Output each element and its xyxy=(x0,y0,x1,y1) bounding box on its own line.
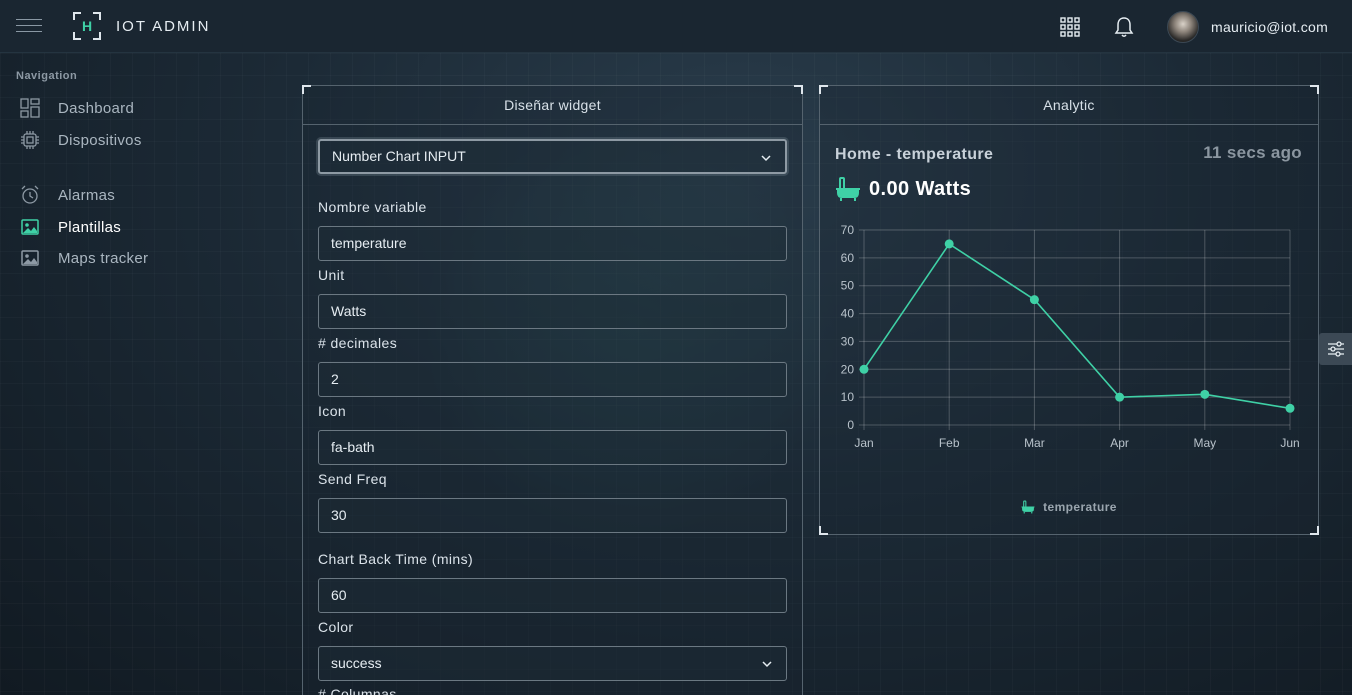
user-email[interactable]: mauricio@iot.com xyxy=(1211,19,1328,35)
chart-legend[interactable]: temperature xyxy=(820,500,1318,514)
chip-icon xyxy=(20,130,40,150)
card-title: Diseñar widget xyxy=(303,86,802,125)
top-navbar: H IOT ADMIN mauricio@iot.com xyxy=(0,0,1352,53)
variable-name-label: Nombre variable xyxy=(318,199,427,215)
x-tick-label: Mar xyxy=(1024,436,1045,450)
x-tick-label: May xyxy=(1193,436,1216,450)
sidebar-item-maps-tracker[interactable]: Maps tracker xyxy=(20,246,148,270)
data-point xyxy=(944,239,954,249)
sidebar-item-dashboard[interactable]: Dashboard xyxy=(20,96,134,120)
y-tick-label: 0 xyxy=(847,418,854,432)
analytic-card: Analytic Home - temperature 11 secs ago … xyxy=(819,85,1319,535)
color-value: success xyxy=(331,655,382,671)
x-tick-label: Jun xyxy=(1280,436,1299,450)
bath-icon xyxy=(1021,500,1035,514)
widget-value: 0.00 Watts xyxy=(835,176,971,202)
y-tick-label: 70 xyxy=(841,223,855,237)
variable-name-input[interactable]: temperature xyxy=(318,226,787,261)
icon-input[interactable]: fa-bath xyxy=(318,430,787,465)
color-select[interactable]: success xyxy=(318,646,787,681)
y-tick-label: 30 xyxy=(841,334,855,348)
line-chart: 0 10 20 30 40 50 60 70 Jan Feb Mar Apr May Jun xyxy=(841,223,1300,450)
data-point xyxy=(1115,392,1125,402)
bath-icon xyxy=(836,177,860,201)
alarm-clock-icon xyxy=(20,185,40,205)
sidebar-item-dispositivos[interactable]: Dispositivos xyxy=(20,128,142,152)
x-tick-label: Feb xyxy=(939,436,960,450)
x-tick-label: Apr xyxy=(1110,436,1129,450)
widget-value-text: 0.00 Watts xyxy=(869,177,972,200)
data-point xyxy=(859,364,869,374)
logo-icon[interactable]: H xyxy=(73,12,101,40)
y-tick-label: 20 xyxy=(841,362,855,376)
avatar[interactable] xyxy=(1167,11,1199,43)
sidebar-item-alarmas[interactable]: Alarmas xyxy=(20,183,115,207)
unit-input[interactable]: Watts xyxy=(318,294,787,329)
series-line xyxy=(863,242,1291,410)
x-tick-label: Jan xyxy=(854,436,873,450)
decimals-label: # decimales xyxy=(318,335,398,351)
y-tick-label: 10 xyxy=(841,390,855,404)
decimals-input[interactable]: 2 xyxy=(318,362,787,397)
brand-title: IOT ADMIN xyxy=(116,18,211,35)
sidebar-item-label: Alarmas xyxy=(58,186,116,204)
data-point xyxy=(1029,295,1039,305)
card-title: Analytic xyxy=(820,86,1318,125)
data-point xyxy=(1285,403,1295,413)
apps-grid-icon[interactable] xyxy=(1060,17,1080,37)
sidebar-item-plantillas[interactable]: Plantillas xyxy=(20,215,121,239)
chevron-down-icon xyxy=(761,155,771,162)
y-tick-label: 50 xyxy=(841,279,855,293)
columns-label: # Columnas xyxy=(318,686,397,695)
settings-toggle-button[interactable] xyxy=(1319,333,1352,365)
dashboard-icon xyxy=(20,98,40,118)
icon-label: Icon xyxy=(318,403,347,419)
send-freq-input[interactable]: 30 xyxy=(318,498,787,533)
sidebar-item-label: Dispositivos xyxy=(58,131,142,149)
logo-letter: H xyxy=(82,18,92,34)
chart-back-time-label: Chart Back Time (mins) xyxy=(318,551,474,567)
widget-title: Home - temperature xyxy=(835,146,994,163)
data-point xyxy=(1200,389,1210,399)
widget-type-select[interactable]: Number Chart INPUT xyxy=(318,139,787,174)
widget-time-ago: 11 secs ago xyxy=(1203,143,1302,162)
chart-back-time-input[interactable]: 60 xyxy=(318,578,787,613)
widget-type-value: Number Chart INPUT xyxy=(332,148,466,164)
image-icon xyxy=(20,248,40,268)
image-icon xyxy=(20,217,40,237)
color-label: Color xyxy=(318,619,354,635)
chevron-down-icon xyxy=(762,661,772,668)
send-freq-label: Send Freq xyxy=(318,471,387,487)
y-tick-label: 60 xyxy=(841,251,855,265)
sidebar-item-label: Dashboard xyxy=(58,99,135,117)
sidebar-title: Navigation xyxy=(16,70,78,82)
unit-label: Unit xyxy=(318,267,345,283)
sidebar-item-label: Plantillas xyxy=(58,218,122,236)
bell-icon[interactable] xyxy=(1114,16,1134,38)
sliders-icon xyxy=(1327,341,1344,357)
y-tick-label: 40 xyxy=(841,307,855,321)
design-widget-card: Diseñar widget Number Chart INPUT Nombre… xyxy=(302,85,803,695)
sidebar-item-label: Maps tracker xyxy=(58,249,149,267)
legend-label: temperature xyxy=(1043,500,1117,514)
menu-toggle-icon[interactable] xyxy=(16,19,42,35)
